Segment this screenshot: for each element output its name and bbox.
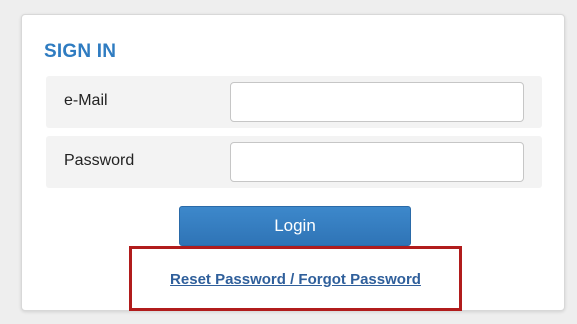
signin-panel: SIGN IN e-Mail Password Login Reset Pass… [21, 14, 565, 311]
email-row: e-Mail [46, 76, 542, 128]
email-field[interactable] [230, 82, 524, 122]
password-label: Password [64, 152, 135, 169]
email-label: e-Mail [64, 92, 108, 109]
login-button[interactable]: Login [179, 206, 411, 246]
password-row: Password [46, 136, 542, 188]
password-field[interactable] [230, 142, 524, 182]
highlight-annotation: Reset Password / Forgot Password [129, 246, 462, 311]
signin-title: SIGN IN [44, 41, 117, 62]
reset-password-link[interactable]: Reset Password / Forgot Password [132, 249, 459, 308]
